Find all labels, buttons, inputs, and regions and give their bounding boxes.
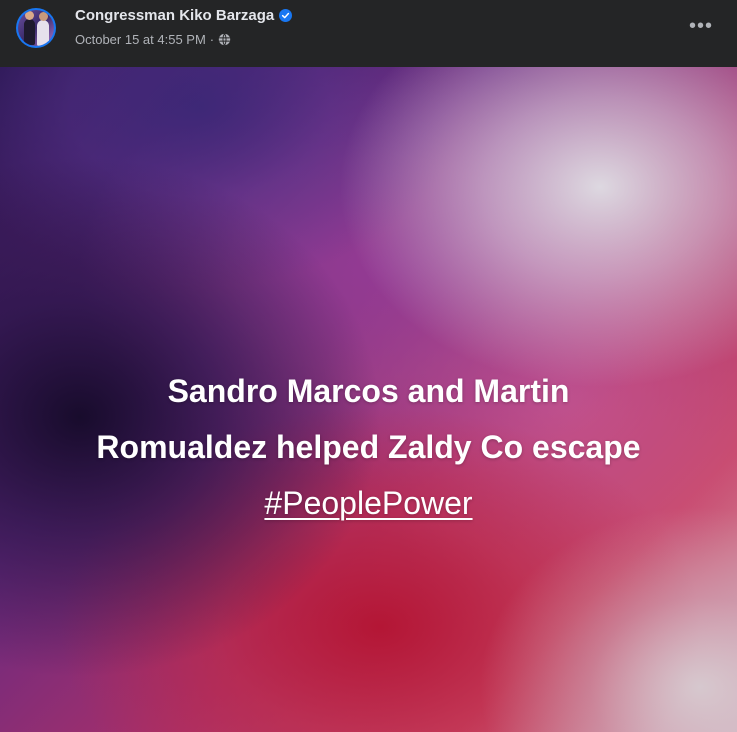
post-text-line-2: Romualdez helped Zaldy Co escape [96, 429, 641, 465]
post-media-background: Sandro Marcos and Martin Romualdez helpe… [0, 67, 737, 732]
author-name[interactable]: Congressman Kiko Barzaga [75, 7, 274, 24]
post-meta: October 15 at 4:55 PM · [75, 32, 231, 47]
post-header: Congressman Kiko Barzaga October 15 at 4… [0, 0, 737, 67]
post-timestamp[interactable]: October 15 at 4:55 PM [75, 32, 206, 47]
post-text: Sandro Marcos and Martin Romualdez helpe… [0, 363, 737, 531]
post-card: Congressman Kiko Barzaga October 15 at 4… [0, 0, 737, 732]
avatar-figure-left [24, 11, 35, 45]
author-row: Congressman Kiko Barzaga [75, 7, 293, 24]
meta-separator: · [209, 32, 215, 47]
post-text-line-3: #PeoplePower [0, 475, 737, 531]
verified-badge-icon [279, 9, 293, 22]
hashtag-link[interactable]: #PeoplePower [264, 485, 472, 521]
author-avatar[interactable] [16, 8, 56, 48]
more-options-button[interactable]: ••• [683, 12, 719, 40]
post-text-line-1: Sandro Marcos and Martin [167, 373, 570, 409]
avatar-figure-right [37, 12, 49, 46]
more-options-icon: ••• [688, 14, 713, 37]
globe-icon[interactable] [218, 33, 231, 46]
avatar-image [18, 10, 54, 46]
